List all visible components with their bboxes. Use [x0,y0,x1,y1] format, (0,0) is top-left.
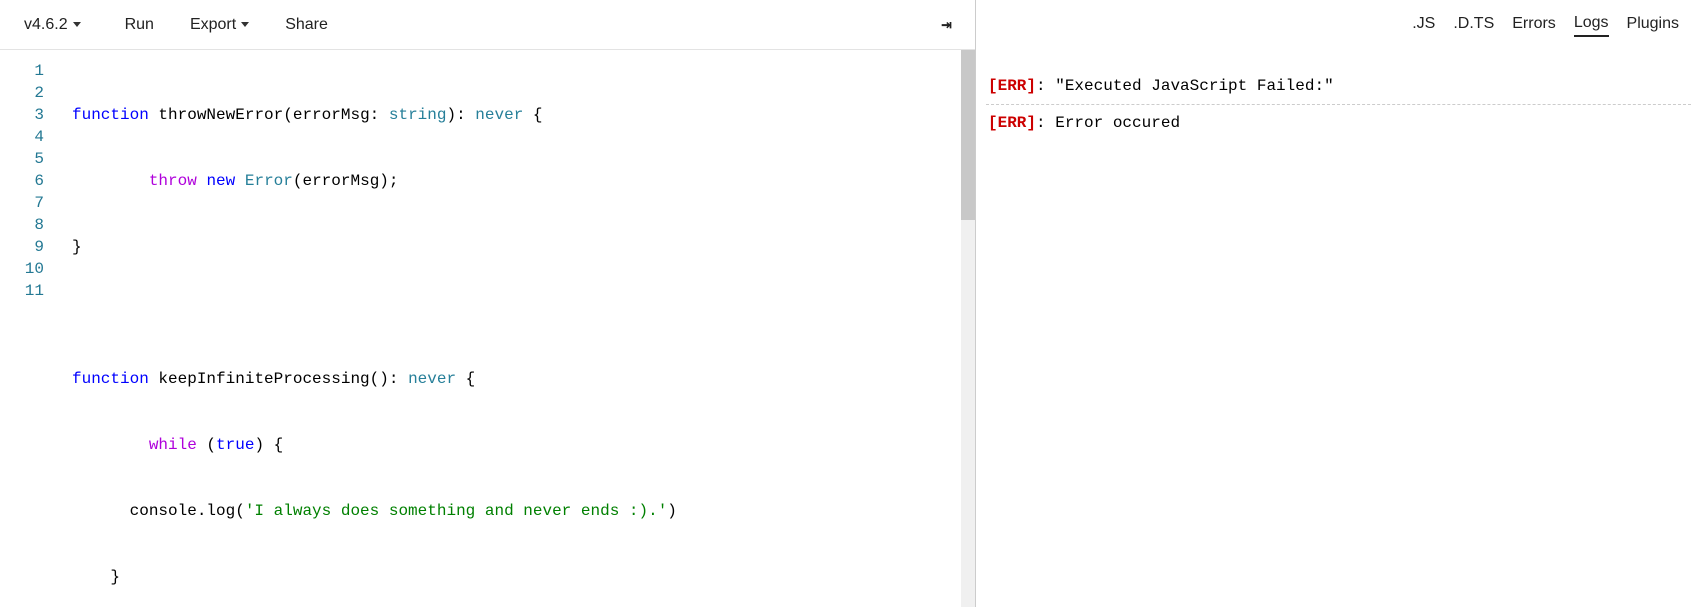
tab-errors[interactable]: Errors [1512,15,1556,36]
log-sep: : [1036,77,1055,95]
scrollbar-thumb[interactable] [961,50,975,220]
output-pane: .JS .D.TS Errors Logs Plugins [ERR]: "Ex… [976,0,1701,607]
share-button[interactable]: Share [277,10,336,40]
chevron-down-icon [241,22,249,27]
line-number: 6 [0,170,44,192]
app-root: v4.6.2 Run Export Share ⇥ 1 2 3 4 5 [0,0,1701,607]
share-label: Share [285,16,328,34]
run-button[interactable]: Run [117,10,162,40]
log-level-err: [ERR] [988,114,1036,132]
editor-pane: v4.6.2 Run Export Share ⇥ 1 2 3 4 5 [0,0,976,607]
editor-toolbar: v4.6.2 Run Export Share ⇥ [0,0,975,50]
code-line: while (true) { [72,434,961,456]
log-entry: [ERR]: "Executed JavaScript Failed:" [986,68,1691,105]
tab-plugins[interactable]: Plugins [1627,15,1679,36]
chevron-down-icon [73,22,81,27]
version-dropdown[interactable]: v4.6.2 [16,10,89,40]
line-number: 5 [0,148,44,170]
version-label: v4.6.2 [24,16,68,34]
line-number: 11 [0,280,44,302]
log-level-err: [ERR] [988,77,1036,95]
line-number: 3 [0,104,44,126]
line-number: 4 [0,126,44,148]
line-number: 1 [0,60,44,82]
line-number: 2 [0,82,44,104]
code-line [72,302,961,324]
code-line: } [72,236,961,258]
log-sep: : [1036,114,1055,132]
log-entry: [ERR]: Error occured [986,105,1691,141]
export-dropdown[interactable]: Export [182,10,257,40]
line-number: 7 [0,192,44,214]
code-line: function throwNewError(errorMsg: string)… [72,104,961,126]
log-output[interactable]: [ERR]: "Executed JavaScript Failed:" [ER… [976,50,1701,607]
output-toolbar: .JS .D.TS Errors Logs Plugins [976,0,1701,50]
run-arrow-icon[interactable]: ⇥ [933,10,959,39]
line-number-gutter: 1 2 3 4 5 6 7 8 9 10 11 [0,50,58,607]
code-editor[interactable]: 1 2 3 4 5 6 7 8 9 10 11 function throwNe… [0,50,975,607]
log-message: Error occured [1055,114,1180,132]
line-number: 8 [0,214,44,236]
editor-scrollbar[interactable] [961,50,975,607]
tab-dts[interactable]: .D.TS [1453,15,1494,36]
line-number: 10 [0,258,44,280]
run-label: Run [125,16,154,34]
code-line: console.log('I always does something and… [72,500,961,522]
code-text-area[interactable]: function throwNewError(errorMsg: string)… [58,50,961,607]
log-message: "Executed JavaScript Failed:" [1055,77,1333,95]
code-line: function keepInfiniteProcessing(): never… [72,368,961,390]
code-line: throw new Error(errorMsg); [72,170,961,192]
code-line: } [72,566,961,588]
export-label: Export [190,16,236,34]
tab-logs[interactable]: Logs [1574,14,1609,37]
tab-js[interactable]: .JS [1412,15,1435,36]
line-number: 9 [0,236,44,258]
